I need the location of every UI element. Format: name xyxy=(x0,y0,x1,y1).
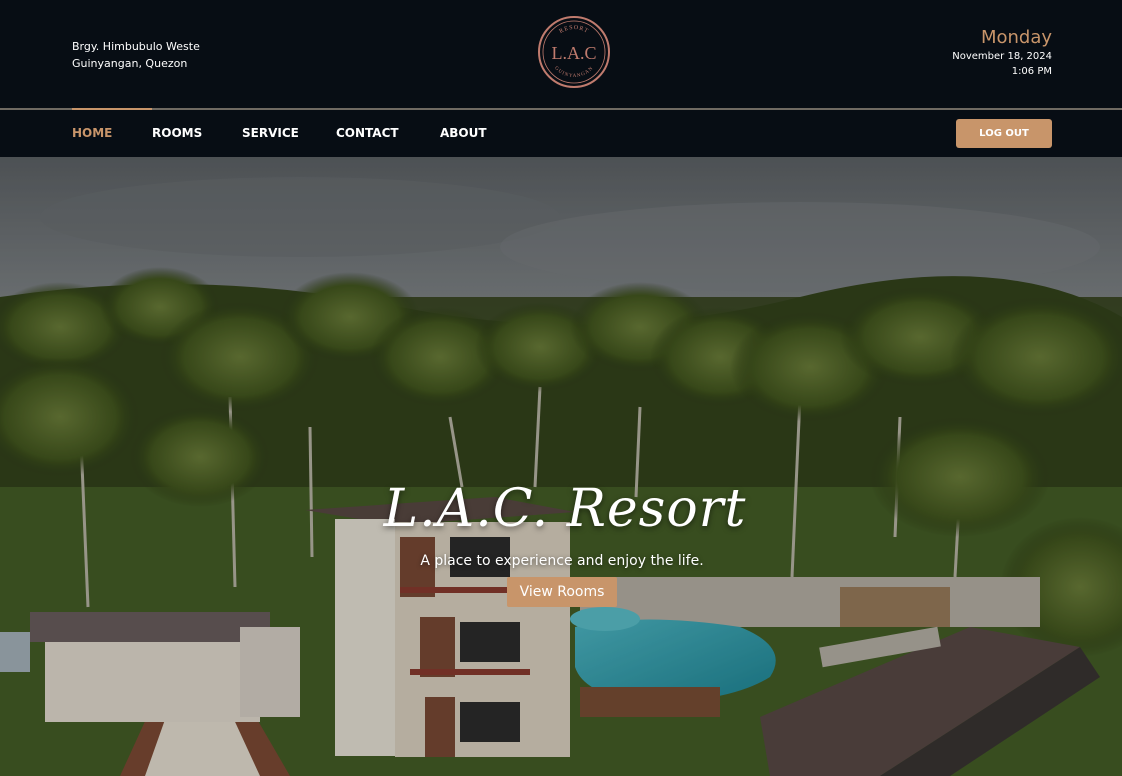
date-time-display: Monday November 18, 2024 1:06 PM xyxy=(952,27,1052,79)
address-line-2: Guinyangan, Quezon xyxy=(72,57,188,70)
nav-home[interactable]: HOME xyxy=(72,108,153,157)
hero-title: L.A.C. Resort xyxy=(383,479,747,539)
top-bar: Brgy. Himbubulo Weste Guinyangan, Quezon… xyxy=(0,0,1122,108)
nav-service[interactable]: SERVICE xyxy=(242,110,299,157)
nav-rooms[interactable]: ROOMS xyxy=(152,110,202,157)
view-rooms-button[interactable]: View Rooms xyxy=(507,577,617,607)
hero-subtitle: A place to experience and enjoy the life… xyxy=(420,553,704,569)
nav-about[interactable]: ABOUT xyxy=(440,110,487,157)
hero-overlay xyxy=(0,157,1122,776)
address-line-1: Brgy. Himbubulo Weste xyxy=(72,40,200,53)
resort-logo[interactable]: RESORT L.A.C GUINYANGAN xyxy=(537,15,611,89)
logout-button[interactable]: LOG OUT xyxy=(956,119,1052,148)
day-label: Monday xyxy=(980,27,1052,48)
date-label: November 18, 2024 xyxy=(952,51,1052,62)
main-nav: HOME ROOMS SERVICE CONTACT ABOUT LOG OUT xyxy=(0,108,1122,157)
logo-main-text: L.A.C xyxy=(552,43,597,63)
hero-section: L.A.C. Resort A place to experience and … xyxy=(0,157,1122,776)
time-label: 1:06 PM xyxy=(1011,66,1052,77)
resort-address: Brgy. Himbubulo Weste Guinyangan, Quezon xyxy=(72,38,200,72)
nav-contact[interactable]: CONTACT xyxy=(336,110,399,157)
